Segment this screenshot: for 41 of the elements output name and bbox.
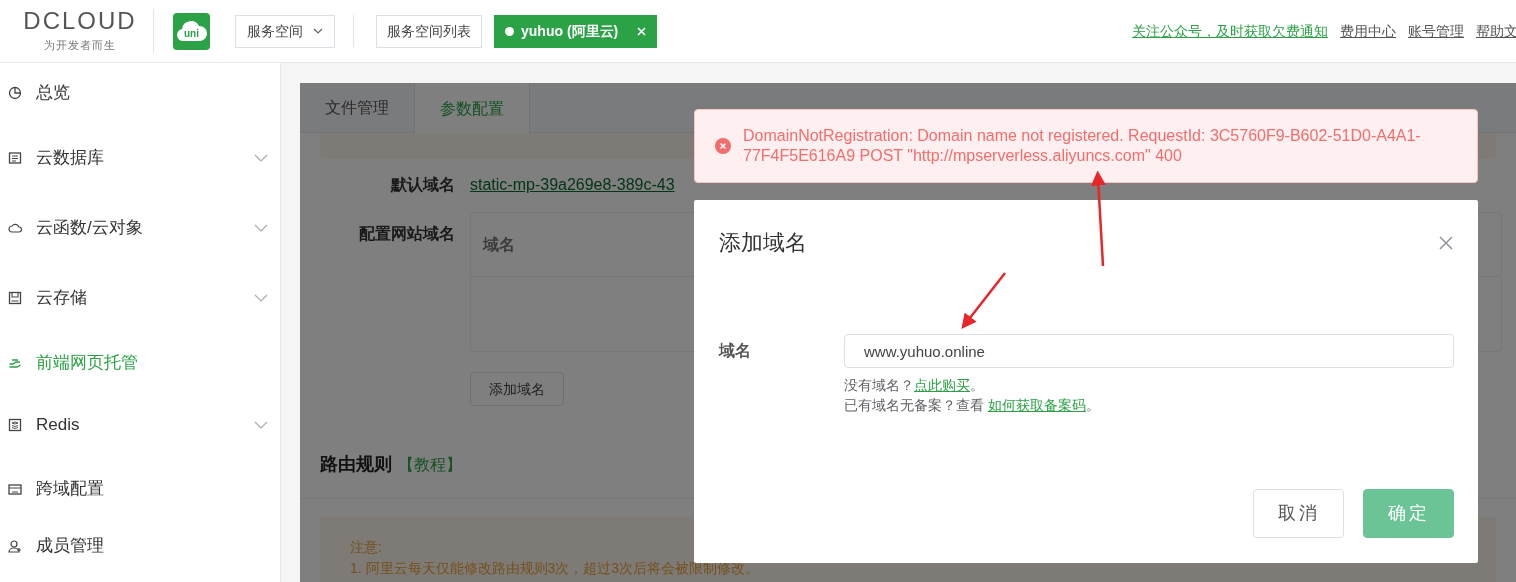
cancel-button[interactable]: 取消	[1253, 489, 1344, 538]
floppy-disk-icon	[8, 291, 22, 305]
pie-chart-icon	[8, 86, 22, 100]
logo-tagline: 为开发者而生	[44, 37, 116, 53]
close-icon[interactable]	[1439, 235, 1453, 250]
layers-icon	[8, 418, 22, 432]
cloud-icon	[176, 20, 207, 42]
header-link[interactable]: 费用中心	[1340, 20, 1396, 42]
sidebar-item[interactable]: 跨域配置	[0, 457, 280, 521]
notice-title: 注意:	[350, 538, 383, 557]
space-list-button[interactable]: 服务空间列表	[376, 14, 482, 48]
space-dropdown[interactable]: 服务空间	[235, 14, 335, 48]
logo-wordmark: DCLOUD	[23, 8, 137, 33]
cloud-icon	[8, 221, 22, 235]
chevron-down-icon	[313, 28, 323, 34]
sidebar-item[interactable]: 云存储	[0, 263, 280, 333]
sidebar-item[interactable]: 云数据库	[0, 123, 280, 193]
error-message: DomainNotRegistration: Domain name not registered. RequestId: 3C5760F9-B602-51D0-A4A1-77F4F5E616A9 POST "http://mpserverless.aliyuncs.com" 400	[743, 126, 1422, 166]
sidebar-item[interactable]: 云函数/云对象	[0, 193, 280, 263]
status-dot-icon	[505, 26, 514, 36]
sidebar-item[interactable]: 总览	[0, 63, 280, 123]
card-icon	[8, 482, 22, 496]
list-icon	[8, 151, 22, 165]
domain-input[interactable]: www.yuhuo.online	[844, 334, 1454, 368]
section-title: 路由规则	[320, 453, 392, 476]
dialog-title: 添加域名	[719, 229, 807, 257]
sidebar-item[interactable]: 成员管理	[0, 521, 280, 571]
column-header: 域名	[483, 234, 515, 255]
hint-text: 没有域名？点此购买。	[844, 376, 985, 395]
error-icon	[715, 138, 731, 154]
space-name: yuhuo (阿里云)	[521, 21, 619, 41]
hint-text: 已有域名无备案？查看 如何获取备案码。	[844, 396, 1101, 415]
field-label: 默认域名	[389, 175, 455, 195]
annotation-arrow	[961, 272, 1006, 329]
user-icon	[8, 539, 22, 553]
add-domain-button[interactable]: 添加域名	[470, 372, 564, 406]
badge-text: uni	[184, 26, 199, 41]
header-link[interactable]: 账号管理	[1408, 20, 1464, 42]
sidebar-item[interactable]: Redis	[0, 393, 280, 457]
field-label: 域名	[717, 341, 752, 361]
field-label: 配置网站域名	[358, 224, 455, 244]
